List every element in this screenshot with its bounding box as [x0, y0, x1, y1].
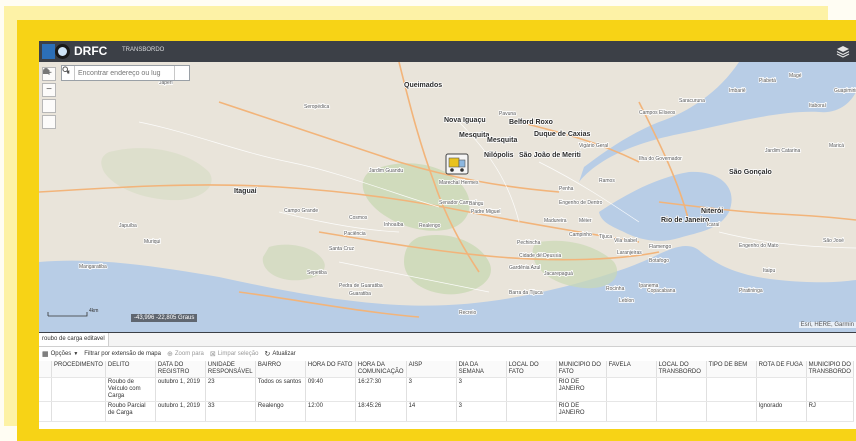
- column-header[interactable]: MUNICÍPIO DO FATO: [556, 361, 607, 378]
- refresh-label: Atualizar: [272, 351, 296, 357]
- table-tab-bar: roubo de carga editavel: [39, 333, 856, 347]
- table-cell: 33: [205, 401, 256, 422]
- table-cell: Roubo de Veículo com Carga: [105, 377, 156, 402]
- column-header[interactable]: AISP: [406, 361, 457, 378]
- zoom-to-label: Zoom para: [174, 351, 204, 357]
- refresh-icon: ↻: [264, 351, 271, 358]
- app-logo: [42, 44, 70, 59]
- column-header[interactable]: HORA DA COMUNICAÇÃO: [355, 361, 407, 378]
- refresh-button[interactable]: ↻ Atualizar: [264, 350, 295, 358]
- table-cell: [51, 401, 106, 422]
- map-view[interactable]: Queimados Seropédica Nova Iguaçu Belford Ro…: [39, 62, 856, 332]
- table-cell: RIO DE JANEIRO: [556, 401, 607, 422]
- table-cell: 23: [205, 377, 256, 402]
- table-cell: [706, 401, 757, 422]
- row-select-cell[interactable]: [39, 377, 52, 402]
- zoom-to-button[interactable]: ⊕ Zoom para: [167, 350, 204, 358]
- table-cell: RJ: [806, 401, 854, 422]
- table-cell: 16:27:30: [355, 377, 407, 402]
- attribute-table: PROCEDIMENTO DELITO DATA DO REGISTRO UNIDAD…: [39, 361, 854, 422]
- table-cell: [706, 377, 757, 402]
- table-cell: Ignorado: [756, 401, 807, 422]
- grid-icon: ▦: [42, 351, 49, 358]
- column-header[interactable]: TIPO DE BEM: [706, 361, 757, 378]
- table-cell: [756, 377, 807, 402]
- chevron-down-icon: ▼: [73, 351, 79, 357]
- search-icon[interactable]: [62, 66, 189, 80]
- column-header[interactable]: DIA DA SEMANA: [456, 361, 507, 378]
- app-title: DRFC: [74, 44, 108, 58]
- search-input[interactable]: [75, 67, 174, 79]
- layers-icon[interactable]: [836, 45, 850, 58]
- table-cell: 3: [406, 377, 457, 402]
- clear-selection-label: Limpar seleção: [217, 351, 259, 357]
- zoom-controls: + −: [42, 67, 56, 131]
- table-cell: [656, 401, 707, 422]
- column-header[interactable]: DATA DO REGISTRO: [155, 361, 206, 378]
- table-cell: [506, 377, 557, 402]
- table-cell: outubro 1, 2019: [155, 401, 206, 422]
- options-menu[interactable]: ▦ Opções ▼: [42, 350, 78, 358]
- search-bar: ▼: [61, 65, 190, 81]
- filter-by-extent-button[interactable]: Filtrar por extensão de mapa: [84, 351, 161, 357]
- column-header[interactable]: LOCAL DO TRANSBORDO: [656, 361, 707, 378]
- table-cell: 3: [456, 377, 507, 402]
- row-select-cell[interactable]: [39, 401, 52, 422]
- truck-marker-icon[interactable]: [445, 153, 469, 175]
- column-header[interactable]: LOCAL DO FATO: [506, 361, 557, 378]
- zoom-out-button[interactable]: −: [42, 83, 56, 97]
- table-cell: outubro 1, 2019: [155, 377, 206, 402]
- column-header[interactable]: PROCEDIMENTO: [51, 361, 106, 378]
- filter-label: Filtrar por extensão de mapa: [84, 351, 161, 357]
- table-cell: [806, 377, 854, 402]
- table-cell: 18:45:26: [355, 401, 407, 422]
- table-row[interactable]: Roubo de Veículo com Carga outubro 1, 201…: [39, 377, 854, 402]
- table-cell: RIO DE JANEIRO: [556, 377, 607, 402]
- table-cell: Roubo Parcial de Carga: [105, 401, 156, 422]
- table-cell: Todos os santos: [255, 377, 306, 402]
- table-cell: [506, 401, 557, 422]
- app-window: DRFC TRANSBORDO Queimados Seropédica Nov…: [39, 41, 856, 429]
- map-attribution: Esri, HERE, Garmin: [798, 322, 856, 328]
- table-header-row: PROCEDIMENTO DELITO DATA DO REGISTRO UNIDAD…: [39, 361, 854, 378]
- app-subtitle: TRANSBORDO: [122, 47, 165, 53]
- table-row[interactable]: Roubo Parcial de Carga outubro 1, 2019 33 R…: [39, 401, 854, 422]
- table-cell: [656, 377, 707, 402]
- table-cell: [606, 377, 657, 402]
- table-cell: 09:40: [305, 377, 356, 402]
- column-header[interactable]: HORA DO FATO: [305, 361, 356, 378]
- zoom-icon: ⊕: [166, 351, 173, 358]
- clear-selection-button[interactable]: ⊠ Limpar seleção: [210, 350, 259, 358]
- tab-roubo-de-carga[interactable]: roubo de carga editavel: [39, 333, 109, 346]
- coordinates-readout: -43,996 -22,805 Graus: [131, 314, 198, 322]
- basemap: [39, 62, 856, 332]
- clear-icon: ⊠: [209, 351, 216, 358]
- column-header[interactable]: ROTA DE FUGA: [756, 361, 807, 378]
- column-header[interactable]: MUNICÍPIO DO TRANSBORDO: [806, 361, 854, 378]
- table-toolbar: ▦ Opções ▼ Filtrar por extensão de mapa …: [39, 348, 856, 360]
- table-cell: 3: [456, 401, 507, 422]
- home-icon[interactable]: [42, 68, 56, 113]
- table-cell: 14: [406, 401, 457, 422]
- table-cell: Realengo: [255, 401, 306, 422]
- column-header[interactable]: UNIDADE RESPONSÁVEL: [205, 361, 256, 378]
- scale-label: 4km: [89, 308, 99, 314]
- table-cell: [606, 401, 657, 422]
- row-select-header: [39, 361, 52, 378]
- scale-bar: 4km: [47, 308, 107, 318]
- locate-icon[interactable]: [42, 68, 56, 129]
- app-header: DRFC TRANSBORDO: [39, 41, 856, 62]
- options-label: Opções: [50, 351, 72, 357]
- table-cell: 12:00: [305, 401, 356, 422]
- column-header[interactable]: FAVELA: [606, 361, 657, 378]
- table-cell: [51, 377, 106, 402]
- column-header[interactable]: BAIRRO: [255, 361, 306, 378]
- column-header[interactable]: DELITO: [105, 361, 156, 378]
